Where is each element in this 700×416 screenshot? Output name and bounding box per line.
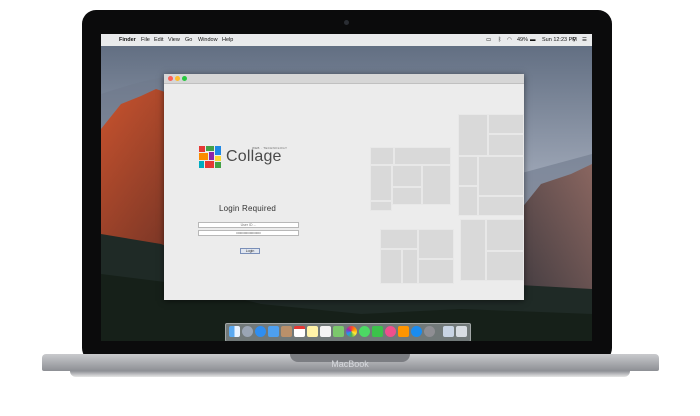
mosaic-tile [488, 134, 524, 156]
launchpad-icon[interactable] [242, 326, 253, 337]
airplay-icon[interactable]: ▭ [486, 37, 491, 43]
laptop-base-shadow [70, 371, 630, 377]
menu-help[interactable]: Help [222, 37, 233, 43]
collage-logo-icon [199, 146, 221, 168]
mosaic-tile [402, 249, 418, 284]
mosaic-tile [380, 229, 418, 249]
mosaic-tile [422, 165, 451, 205]
itunes-icon[interactable] [385, 326, 396, 337]
menu-bar: Finder File Edit View Go Window Help ▭ ᛒ… [101, 34, 592, 46]
mosaic-tile [370, 147, 394, 165]
system-preferences-icon[interactable] [424, 326, 435, 337]
screen: Finder File Edit View Go Window Help ▭ ᛒ… [101, 34, 592, 341]
mosaic-tile [460, 219, 486, 281]
logo-tagline: WEB · TECHNOLOGY [252, 146, 288, 150]
safari-icon[interactable] [255, 326, 266, 337]
menu-app-name[interactable]: Finder [119, 37, 136, 43]
mosaic-tile [370, 165, 392, 201]
password-input[interactable] [198, 230, 299, 236]
notification-center-icon[interactable]: ☰ [582, 37, 587, 43]
notes-icon[interactable] [307, 326, 318, 337]
wifi-icon[interactable]: ◠ [507, 37, 512, 43]
ibooks-icon[interactable] [398, 326, 409, 337]
mosaic-tile [392, 165, 422, 187]
menu-view[interactable]: View [168, 37, 180, 43]
mosaic-tile [392, 187, 422, 205]
mosaic-tile [370, 201, 392, 211]
app-window: Collage WEB · TECHNOLOGY Login Required … [164, 74, 524, 300]
mosaic-tile [458, 156, 478, 186]
mosaic-tile [418, 229, 454, 259]
zoom-window-button[interactable] [182, 76, 187, 81]
menu-edit[interactable]: Edit [154, 37, 163, 43]
battery-icon[interactable]: ▬ [530, 37, 536, 43]
camera [344, 20, 349, 25]
menu-file[interactable]: File [141, 37, 150, 43]
bluetooth-icon[interactable]: ᛒ [498, 37, 501, 43]
mail-icon[interactable] [268, 326, 279, 337]
logo-wordmark: Collage [226, 148, 282, 165]
battery-percentage: 49% [517, 37, 529, 43]
mosaic-tile [478, 196, 524, 216]
mosaic-tile [458, 186, 478, 216]
trash-icon[interactable] [456, 326, 467, 337]
login-heading: Login Required [219, 204, 277, 213]
mosaic-tile [380, 249, 402, 284]
maps-icon[interactable] [333, 326, 344, 337]
reminders-icon[interactable] [320, 326, 331, 337]
login-button[interactable]: Login [240, 248, 260, 254]
mosaic-tile [418, 259, 454, 284]
photos-icon[interactable] [346, 326, 357, 337]
calendar-icon[interactable] [294, 326, 305, 337]
finder-icon[interactable] [229, 326, 240, 337]
mosaic-tile [486, 251, 524, 281]
mosaic-tile [394, 147, 451, 165]
user-id-input[interactable] [198, 222, 299, 228]
app-store-icon[interactable] [411, 326, 422, 337]
spotlight-icon[interactable]: ⚲ [572, 37, 576, 43]
downloads-icon[interactable] [443, 326, 454, 337]
window-titlebar[interactable] [164, 74, 524, 84]
mosaic-tile [458, 114, 488, 156]
mosaic-tile [486, 219, 524, 251]
minimize-window-button[interactable] [175, 76, 180, 81]
mosaic-tile [478, 156, 524, 196]
device-brand-label: MacBook [331, 359, 369, 369]
menu-window[interactable]: Window [198, 37, 218, 43]
menu-go[interactable]: Go [185, 37, 192, 43]
contacts-icon[interactable] [281, 326, 292, 337]
facetime-icon[interactable] [372, 326, 383, 337]
dock [225, 323, 471, 341]
mosaic-tile [488, 114, 524, 134]
close-window-button[interactable] [168, 76, 173, 81]
messages-icon[interactable] [359, 326, 370, 337]
